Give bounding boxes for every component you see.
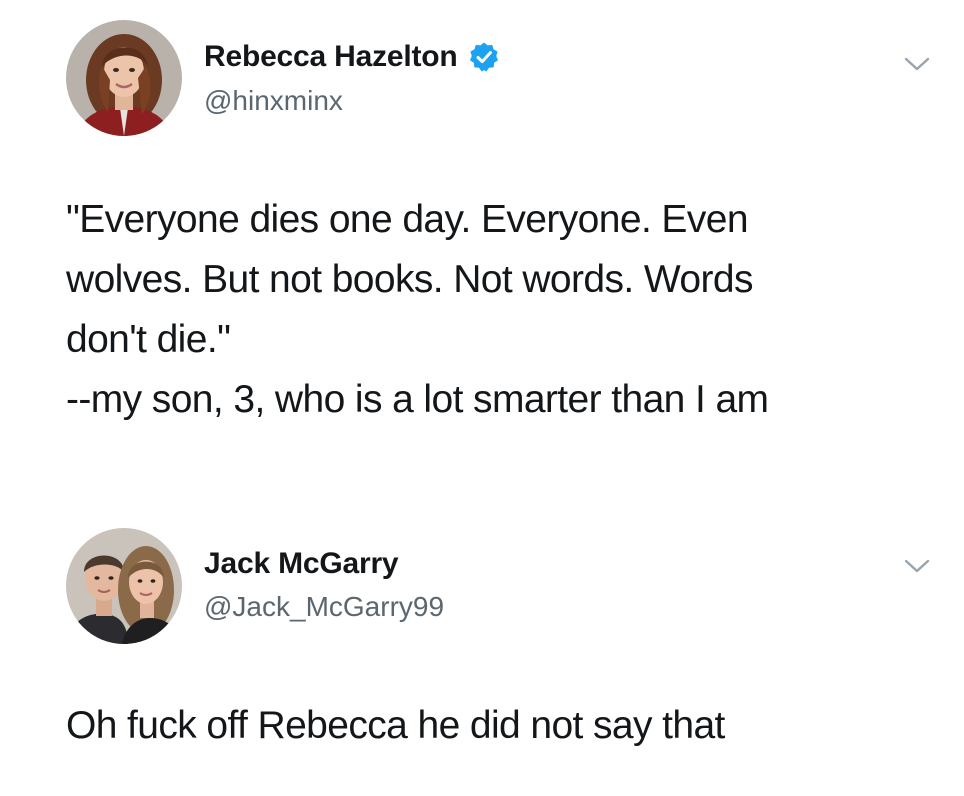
chevron-down-icon[interactable] [902,556,932,576]
tweet-text: Oh fuck off Rebecca he did not say that [66,696,946,756]
author-handle[interactable]: @Jack_McGarry99 [204,591,444,623]
avatar[interactable] [66,528,182,644]
author-display-name[interactable]: Jack McGarry [204,547,399,581]
profile-photo-icon [66,528,182,644]
tweet-text-line: Oh fuck off Rebecca he did not say that [66,704,725,747]
tweet-2: Jack McGarry @Jack_McGarry99 Oh fuck off… [0,0,964,796]
